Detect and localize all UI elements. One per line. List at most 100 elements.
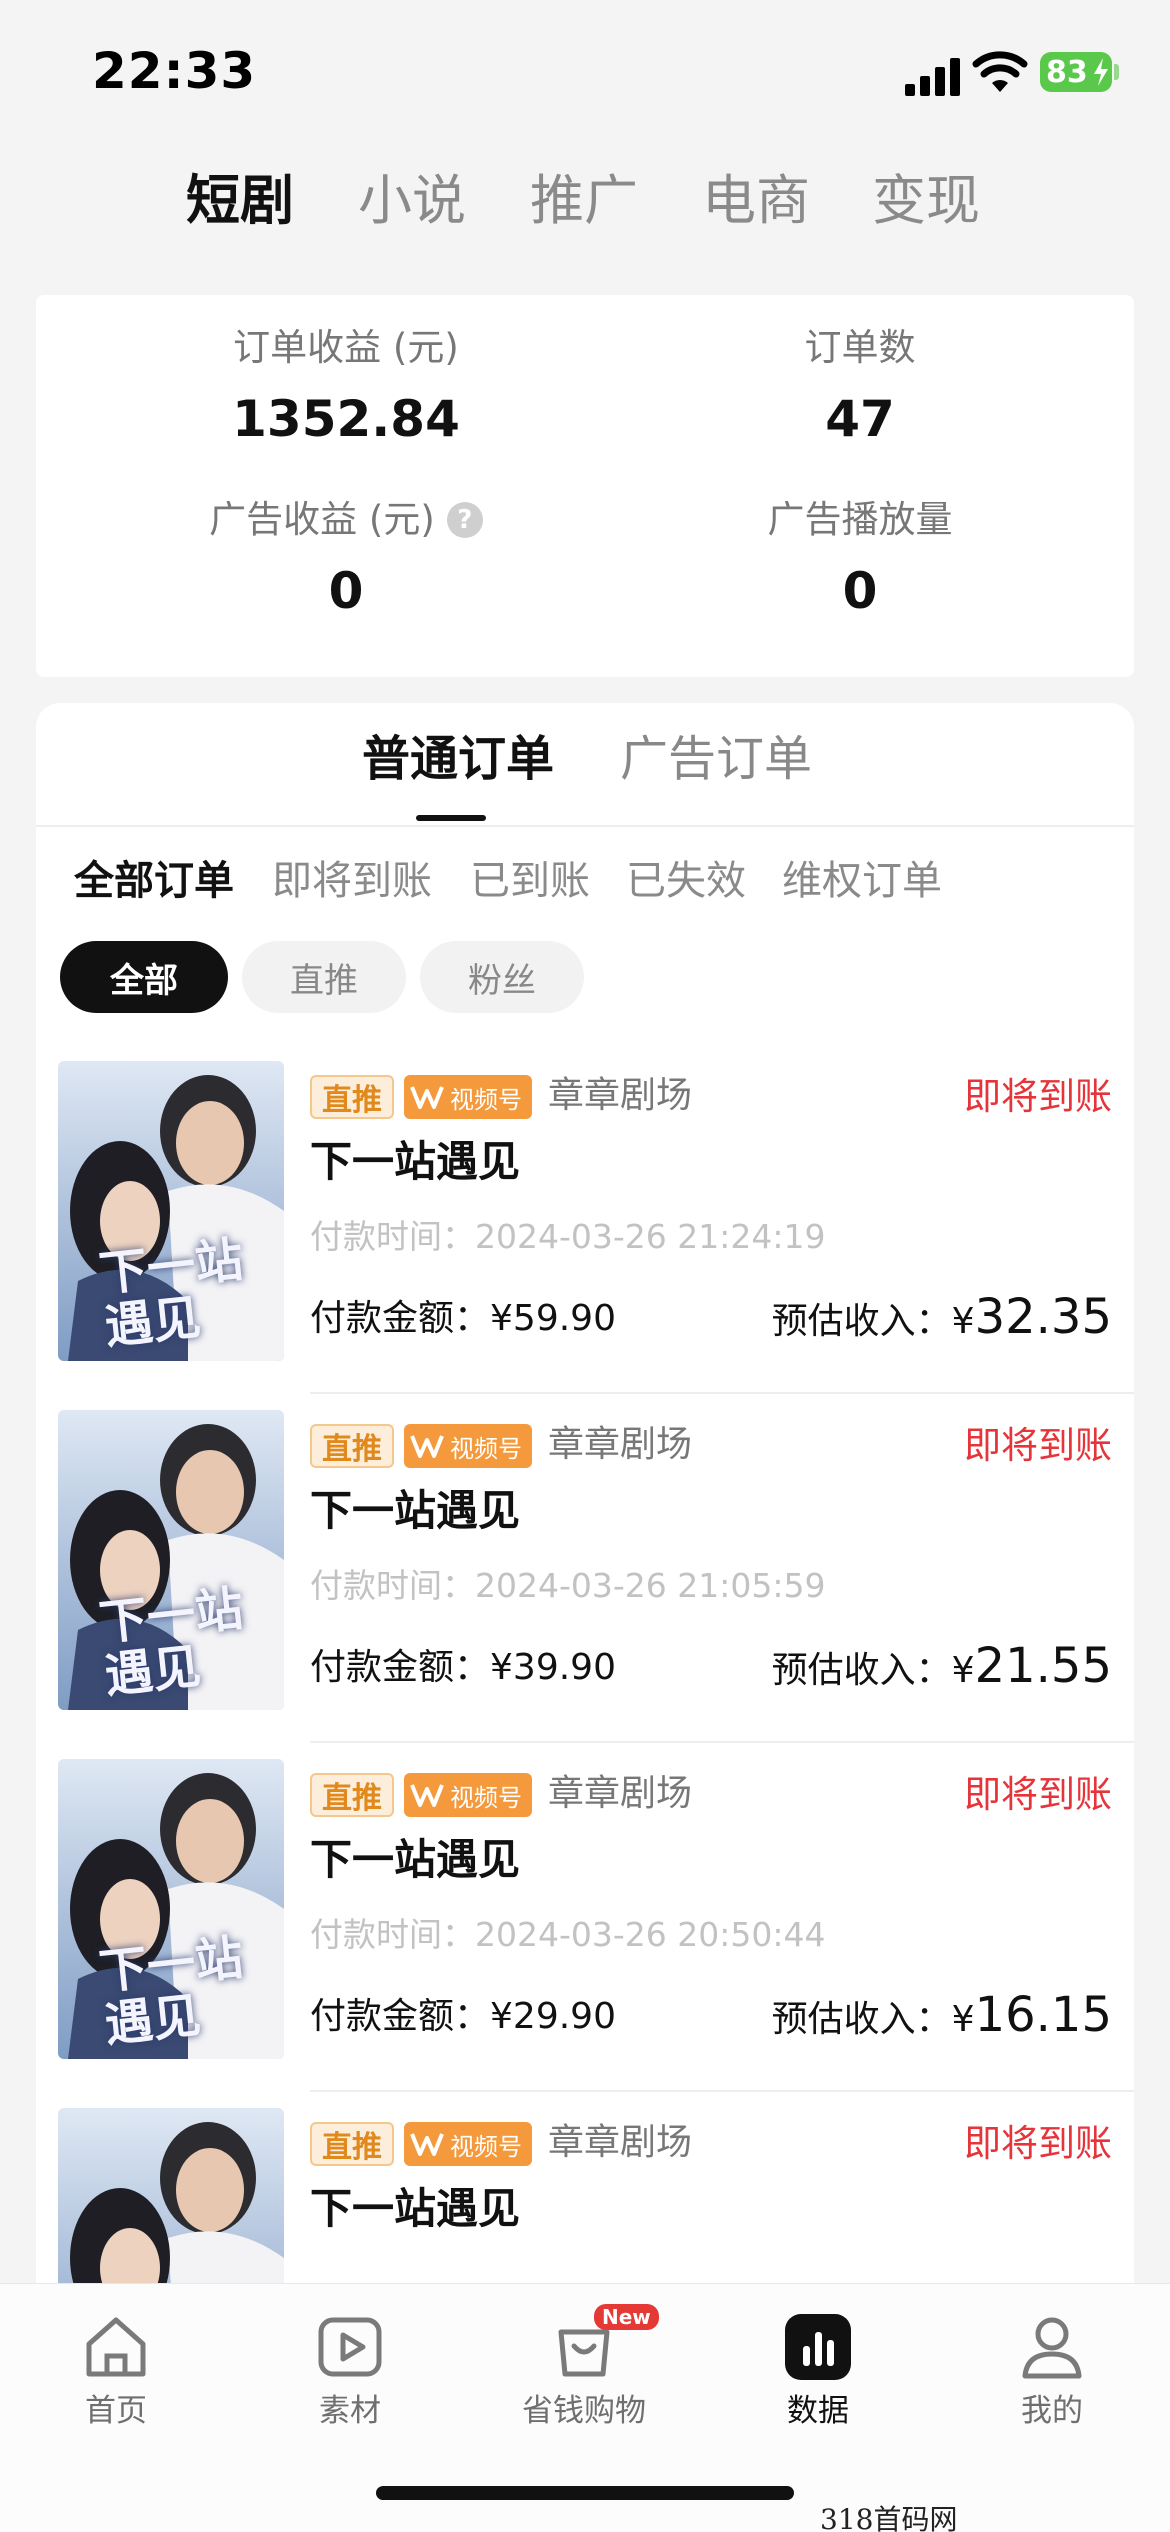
nav-material[interactable]: 素材: [250, 2310, 450, 2427]
nav-shopping[interactable]: New 省钱购物: [484, 2304, 684, 2427]
order-count-value: 47: [825, 390, 895, 448]
drama-cover-image[interactable]: 下一站 遇见: [58, 1759, 284, 2059]
order-status: 即将到账: [964, 2122, 1112, 2165]
new-badge: New: [594, 2304, 659, 2330]
cover-title: 下一站 遇见: [96, 1580, 246, 1705]
cover-title: 下一站 遇见: [96, 1929, 246, 2054]
filter-dispute-orders[interactable]: 维权订单: [782, 861, 942, 901]
ad-plays-value: 0: [842, 562, 878, 620]
pay-time: 付款时间：2024-03-26 20:50:44: [310, 1915, 826, 1954]
drama-cover-image[interactable]: 下一站 遇见: [58, 1061, 284, 1361]
category-tabs: 短剧 小说 推广 电商 变现: [0, 160, 1170, 250]
pay-amount: 付款金额：¥29.90: [310, 1996, 616, 2037]
channel-name: 视频号: [450, 1783, 522, 1812]
channel-badge: 视频号: [404, 1424, 532, 1468]
order-income-label: 订单收益 (元): [233, 326, 459, 369]
channels-logo-icon: [410, 1086, 444, 1109]
channels-logo-icon: [410, 1435, 444, 1458]
charging-bolt-icon: [1094, 58, 1108, 86]
status-time: 22:33: [92, 42, 257, 100]
theater-name: 章章剧场: [548, 1424, 693, 1465]
cover-art: [58, 2108, 284, 2283]
nav-profile[interactable]: 我的: [952, 2310, 1152, 2427]
channel-name: 视频号: [450, 2132, 522, 2161]
theater-name: 章章剧场: [548, 1773, 693, 1814]
order-item[interactable]: 下一站 遇见 直推 视频号 章章剧场 即将到账 下一站遇见 付款时间：2024-0…: [36, 1394, 1134, 1743]
data-chart-icon: [785, 2314, 851, 2380]
nav-home[interactable]: 首页: [16, 2310, 216, 2427]
channel-badge: 视频号: [404, 1773, 532, 1817]
order-status: 即将到账: [964, 1424, 1112, 1467]
type-filter-all[interactable]: 全部: [60, 941, 228, 1013]
filter-arriving-soon[interactable]: 即将到账: [272, 861, 432, 901]
watermark-text: 318首码网 www.e318.com: [820, 2503, 958, 2532]
drama-title: 下一站遇见: [310, 1486, 521, 1535]
ad-income-label: 广告收益 (元): [209, 498, 435, 541]
drama-title: 下一站遇见: [310, 2184, 521, 2233]
ad-plays-label: 广告播放量: [767, 498, 953, 541]
drama-title: 下一站遇见: [310, 1137, 521, 1186]
channel-name: 视频号: [450, 1434, 522, 1463]
ad-plays-stat: 广告播放量 0: [640, 501, 1080, 616]
order-item[interactable]: 下一站 遇见 直推 视频号 章章剧场 即将到账 下一站遇见 付款时间：2024-0…: [36, 1743, 1134, 2092]
cellular-signal-icon: [905, 58, 960, 96]
filter-arrived[interactable]: 已到账: [470, 861, 590, 901]
estimated-income: 预估收入：¥21.55: [771, 1638, 1112, 1694]
direct-badge: 直推: [310, 1075, 394, 1119]
wifi-icon: [972, 51, 1028, 92]
filter-expired[interactable]: 已失效: [626, 861, 746, 901]
profile-icon: [1022, 2317, 1082, 2379]
order-income-value: 1352.84: [232, 390, 460, 448]
theater-name: 章章剧场: [548, 1075, 693, 1116]
pay-amount: 付款金额：¥39.90: [310, 1647, 616, 1688]
stats-card: 订单收益 (元) 1352.84 订单数 47 广告收益 (元) ? 0 广告播…: [36, 295, 1134, 677]
tab-ecommerce[interactable]: 电商: [702, 174, 810, 228]
direct-badge: 直推: [310, 1424, 394, 1468]
active-tab-underline: [416, 815, 486, 821]
tab-regular-orders[interactable]: 普通订单: [362, 735, 554, 783]
nav-data[interactable]: 数据: [718, 2310, 918, 2427]
tab-novel[interactable]: 小说: [358, 174, 466, 228]
divider: [36, 825, 1134, 827]
type-filter-fans[interactable]: 粉丝: [420, 941, 584, 1013]
channel-badge: 视频号: [404, 1075, 532, 1119]
drama-cover-image[interactable]: [58, 2108, 284, 2283]
nav-material-label: 素材: [319, 2393, 381, 2429]
battery-indicator: 83: [1040, 52, 1112, 92]
pay-amount: 付款金额：¥59.90: [310, 1298, 616, 1339]
type-filter-direct[interactable]: 直推: [242, 941, 406, 1013]
order-item[interactable]: 下一站 遇见 直推 视频号 章章剧场 即将到账 下一站遇见 付款时间：2024-0…: [36, 1045, 1134, 1394]
home-icon: [86, 2317, 146, 2377]
filter-all-orders[interactable]: 全部订单: [74, 861, 234, 901]
ad-income-label-row: 广告收益 (元) ?: [209, 501, 483, 538]
ad-income-stat: 广告收益 (元) ? 0: [126, 501, 566, 616]
tab-promotion[interactable]: 推广: [530, 174, 638, 228]
pay-time: 付款时间：2024-03-26 21:05:59: [310, 1566, 826, 1605]
home-indicator: [376, 2486, 794, 2500]
help-icon[interactable]: ?: [446, 501, 483, 538]
ad-income-value: 0: [328, 562, 364, 620]
channels-logo-icon: [410, 1784, 444, 1807]
tab-monetize[interactable]: 变现: [872, 174, 980, 228]
video-icon: [318, 2317, 382, 2377]
drama-cover-image[interactable]: 下一站 遇见: [58, 1410, 284, 1710]
estimated-income: 预估收入：¥16.15: [771, 1987, 1112, 2043]
theater-name: 章章剧场: [548, 2122, 693, 2163]
order-count-stat: 订单数 47: [640, 329, 1080, 444]
order-list: 下一站 遇见 直推 视频号 章章剧场 即将到账 下一站遇见 付款时间：2024-0…: [36, 1045, 1134, 2283]
direct-badge: 直推: [310, 2122, 394, 2166]
channel-name: 视频号: [450, 1085, 522, 1114]
status-bar: 22:33 83: [0, 0, 1170, 150]
tab-short-drama[interactable]: 短剧: [186, 174, 294, 228]
order-income-stat: 订单收益 (元) 1352.84: [126, 329, 566, 444]
estimated-income: 预估收入：¥32.35: [771, 1289, 1112, 1345]
order-item[interactable]: 直推 视频号 章章剧场 即将到账 下一站遇见: [36, 2092, 1134, 2283]
tab-ad-orders[interactable]: 广告订单: [620, 735, 812, 783]
direct-badge: 直推: [310, 1773, 394, 1817]
order-count-label: 订单数: [804, 326, 916, 369]
order-status: 即将到账: [964, 1075, 1112, 1118]
order-status: 即将到账: [964, 1773, 1112, 1816]
pay-time: 付款时间：2024-03-26 21:24:19: [310, 1217, 826, 1256]
cover-title: 下一站 遇见: [96, 1231, 246, 1356]
drama-title: 下一站遇见: [310, 1835, 521, 1884]
